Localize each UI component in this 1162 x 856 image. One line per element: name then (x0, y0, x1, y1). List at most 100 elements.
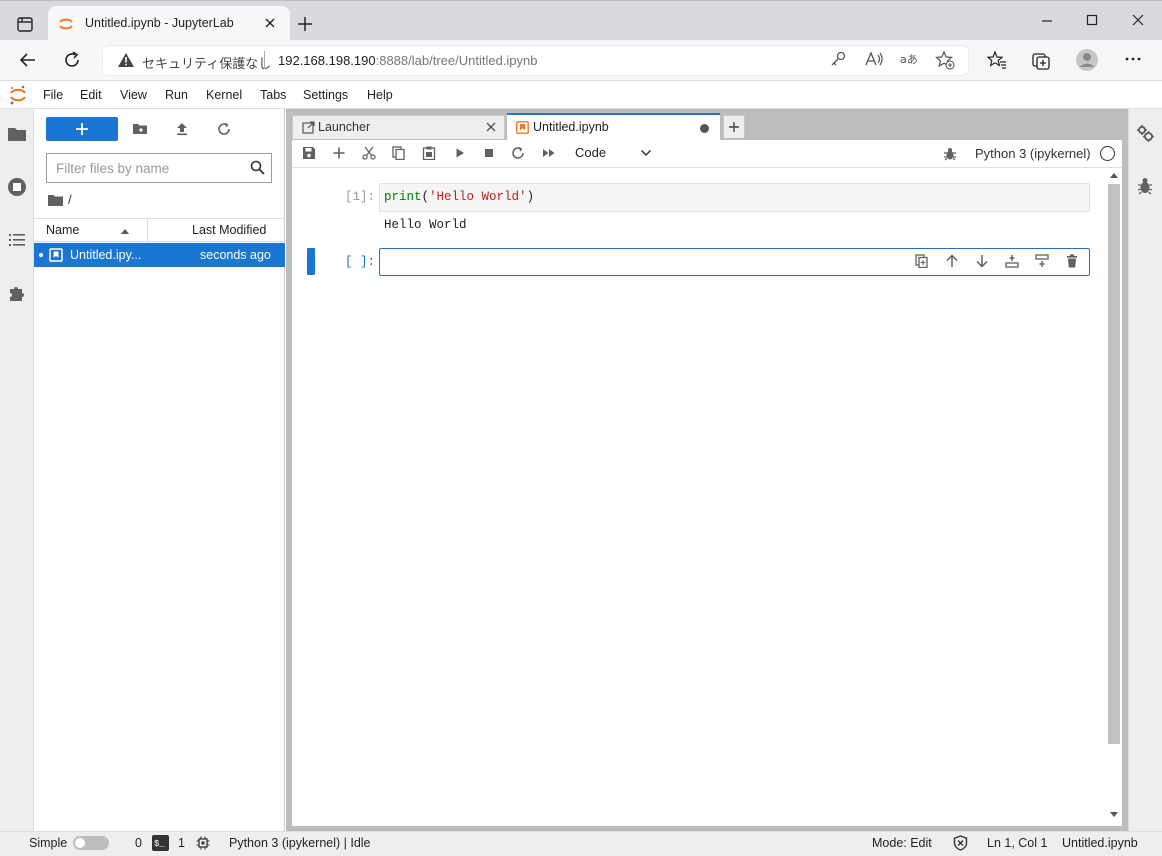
column-name-header[interactable]: Name (46, 223, 79, 237)
delete-icon[interactable] (1065, 254, 1079, 268)
kernel-chip-icon[interactable] (196, 836, 210, 850)
kernel-status-text[interactable]: Python 3 (ipykernel) | Idle (229, 836, 371, 850)
notebook-mode[interactable]: Mode: Edit (872, 836, 932, 850)
filter-files-input[interactable] (46, 153, 272, 183)
security-label[interactable]: セキュリティ保護なし (142, 53, 271, 72)
insert-below-icon[interactable] (1035, 254, 1049, 268)
restart-icon[interactable] (511, 146, 525, 160)
kernel-name[interactable]: Python 3 (ipykernel) (975, 146, 1091, 161)
debugger-bug-icon[interactable] (943, 147, 957, 161)
insert-above-icon[interactable] (1005, 254, 1019, 268)
duplicate-cell-icon[interactable] (915, 254, 929, 268)
code-token-string: 'Hello World' (429, 190, 527, 204)
breadcrumb[interactable]: / (68, 192, 72, 207)
read-aloud-icon[interactable] (864, 50, 884, 68)
paste-icon[interactable] (422, 146, 436, 160)
menu-help[interactable]: Help (367, 88, 393, 102)
terminal-icon[interactable]: $_ (152, 835, 169, 851)
fast-forward-icon[interactable] (541, 146, 557, 160)
browser-tab[interactable]: Untitled.ipynb - JupyterLab (48, 6, 290, 40)
new-tab-button[interactable] (296, 15, 314, 33)
menu-run[interactable]: Run (165, 88, 188, 102)
sort-ascending-icon (120, 228, 130, 234)
url-text[interactable]: 192.168.198.190:8888/lab/tree/Untitled.i… (278, 53, 538, 68)
favorites-icon[interactable] (987, 50, 1007, 70)
menu-kernel[interactable]: Kernel (206, 88, 242, 102)
active-cell-indicator[interactable] (307, 248, 315, 275)
new-folder-icon[interactable] (132, 121, 148, 137)
property-inspector-gear-icon[interactable] (1136, 124, 1154, 142)
stop-icon[interactable] (482, 146, 496, 160)
file-name[interactable]: Untitled.ipy... (70, 248, 141, 262)
kernels-count[interactable]: 1 (178, 836, 185, 850)
new-launcher-button[interactable] (46, 117, 118, 141)
scrollbar-thumb[interactable] (1108, 184, 1120, 744)
plus-icon (729, 122, 739, 132)
maximize-icon[interactable] (1085, 13, 1099, 27)
insert-cell-icon[interactable] (332, 146, 346, 160)
extension-manager-icon[interactable] (7, 283, 27, 303)
column-modified-header[interactable]: Last Modified (192, 223, 266, 237)
jupyter-logo-icon (9, 84, 27, 106)
warning-icon[interactable] (117, 52, 135, 68)
table-of-contents-icon[interactable] (7, 230, 27, 250)
cursor-position[interactable]: Ln 1, Col 1 (987, 836, 1047, 850)
close-icon[interactable] (263, 16, 277, 30)
running-indicator-dot (39, 253, 43, 257)
save-icon[interactable] (302, 146, 316, 160)
copy-icon[interactable] (392, 146, 406, 160)
scroll-down-icon[interactable] (1109, 812, 1119, 818)
add-tab-button[interactable] (723, 115, 745, 138)
collections-icon[interactable] (1031, 50, 1051, 70)
refresh-icon[interactable] (216, 121, 232, 137)
favorite-add-icon[interactable] (935, 50, 955, 70)
trusted-shield-icon[interactable] (953, 835, 968, 851)
close-icon[interactable] (485, 121, 497, 133)
folder-icon[interactable] (7, 124, 27, 144)
running-sessions-icon[interactable] (7, 177, 27, 197)
translate-icon[interactable]: aあ (899, 50, 921, 68)
column-divider[interactable] (147, 219, 148, 241)
jupyter-favicon-icon (58, 16, 74, 32)
scroll-up-icon[interactable] (1109, 172, 1119, 178)
menu-edit[interactable]: Edit (80, 88, 102, 102)
chevron-down-icon[interactable] (640, 149, 652, 157)
menu-settings[interactable]: Settings (303, 88, 348, 102)
profile-avatar[interactable] (1075, 48, 1099, 72)
menu-file[interactable]: File (43, 88, 63, 102)
breadcrumb-folder-icon[interactable] (48, 194, 63, 207)
browser-tab-title: Untitled.ipynb - JupyterLab (85, 16, 234, 30)
tab-notebook[interactable]: Untitled.ipynb (507, 113, 720, 140)
upload-icon[interactable] (174, 121, 190, 137)
run-icon[interactable] (453, 146, 467, 160)
notebook-panel (292, 140, 1122, 826)
left-activity-bar (0, 109, 34, 831)
move-down-icon[interactable] (975, 254, 989, 268)
back-arrow-icon[interactable] (18, 50, 38, 70)
tab-launcher[interactable]: Launcher (292, 115, 505, 139)
notebook-file-icon (49, 248, 63, 262)
key-icon[interactable] (829, 50, 847, 68)
terminals-count[interactable]: 0 (135, 836, 142, 850)
move-up-icon[interactable] (945, 254, 959, 268)
search-icon (250, 160, 265, 175)
url-separator (264, 51, 265, 69)
menu-tabs[interactable]: Tabs (260, 88, 286, 102)
tab-actions-icon[interactable] (14, 14, 36, 36)
window-close-icon[interactable] (1131, 13, 1145, 27)
url-host: 192.168.198.190 (278, 53, 376, 68)
cut-icon[interactable] (362, 146, 376, 160)
simple-mode-toggle[interactable] (73, 836, 109, 850)
cell-output: Hello World (384, 218, 467, 232)
minimize-icon[interactable] (1040, 13, 1054, 27)
more-icon[interactable] (1124, 50, 1142, 68)
simple-mode-label: Simple (29, 836, 68, 850)
reload-icon[interactable] (62, 50, 82, 70)
menu-view[interactable]: View (120, 88, 147, 102)
right-activity-bar (1128, 109, 1162, 831)
unsaved-indicator[interactable] (700, 124, 709, 133)
svg-text:aあ: aあ (900, 53, 918, 66)
debugger-icon[interactable] (1137, 177, 1153, 195)
cell-type-dropdown[interactable]: Code (575, 145, 606, 160)
code-text[interactable]: print('Hello World') (384, 190, 534, 204)
